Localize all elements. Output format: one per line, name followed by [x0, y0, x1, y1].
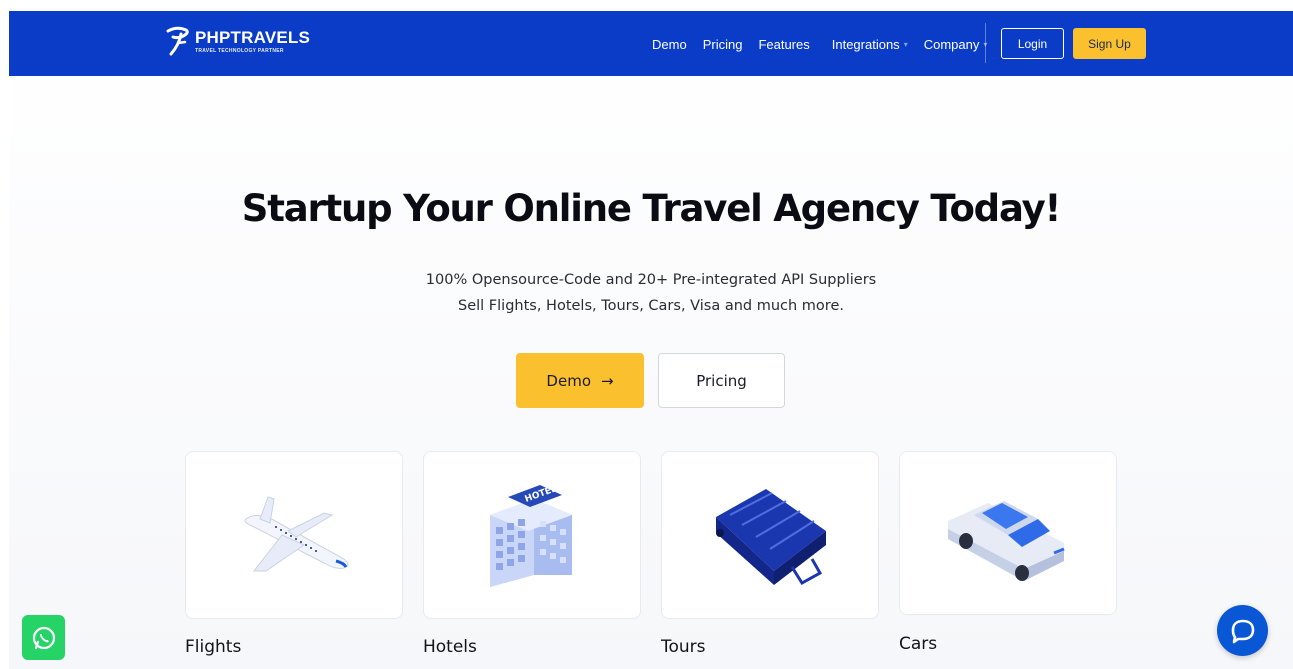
car-icon: [948, 501, 1065, 581]
module-card-tours[interactable]: [661, 451, 879, 619]
chat-bubble-icon: [1231, 619, 1254, 643]
airplane-icon: [244, 496, 349, 572]
nav-links: Demo Pricing Features Integrations ▾ Comp…: [652, 37, 1003, 52]
hero-subtitle-line: 100% Opensource-Code and 20+ Pre-integra…: [425, 272, 877, 288]
module-label[interactable]: Tours: [661, 637, 706, 657]
nav-divider: [985, 23, 986, 63]
suitcase-icon: [716, 489, 826, 586]
whatsapp-button[interactable]: [22, 615, 65, 660]
nav-link-label: Company: [923, 37, 980, 52]
page-frame: PHPTRAVELS TRAVEL TECHNOLOGY PARTNER Dem…: [9, 11, 1293, 669]
logo-text: PHPTRAVELS TRAVEL TECHNOLOGY PARTNER: [195, 27, 311, 54]
top-navbar: PHPTRAVELS TRAVEL TECHNOLOGY PARTNER Dem…: [9, 11, 1293, 76]
chevron-down-icon: ▾: [903, 40, 908, 49]
nav-link-label: Pricing: [702, 37, 743, 52]
module-label[interactable]: Flights: [185, 637, 241, 657]
signup-button[interactable]: Sign Up: [1073, 28, 1146, 59]
brand-logo[interactable]: PHPTRAVELS TRAVEL TECHNOLOGY PARTNER: [165, 25, 310, 57]
whatsapp-icon: [32, 626, 55, 649]
brand-tagline: TRAVEL TECHNOLOGY PARTNER: [195, 47, 284, 54]
hero-title: Startup Your Online Travel Agency Today!: [241, 187, 1062, 230]
chat-widget-button[interactable]: [1217, 605, 1268, 656]
nav-link-label: Integrations: [831, 37, 900, 52]
brand-name: PHPTRAVELS: [195, 27, 311, 47]
nav-link-company[interactable]: Company ▾: [924, 37, 988, 52]
module-card-cars[interactable]: [899, 451, 1117, 615]
module-card-hotels[interactable]: HOTEL: [423, 451, 641, 619]
module-label[interactable]: Hotels: [423, 637, 477, 657]
hero-subtitle-line: Sell Flights, Hotels, Tours, Cars, Visa …: [458, 298, 844, 314]
demo-cta-button[interactable]: Demo →: [516, 353, 644, 408]
nav-link-features[interactable]: Features: [758, 37, 809, 52]
login-button[interactable]: Login: [1001, 28, 1064, 59]
hero-subtitle: 100% Opensource-Code and 20+ Pre-integra…: [9, 267, 1293, 319]
hotel-building-icon: HOTEL: [490, 484, 572, 587]
demo-cta-label: Demo: [546, 371, 591, 390]
logo-mark-icon: [166, 26, 189, 56]
arrow-right-icon: →: [601, 371, 614, 390]
nav-link-integrations[interactable]: Integrations ▾: [832, 37, 908, 52]
module-label[interactable]: Cars: [899, 634, 937, 654]
nav-link-label: Features: [758, 37, 810, 52]
nav-link-pricing[interactable]: Pricing: [703, 37, 743, 52]
nav-link-label: Demo: [652, 37, 687, 52]
pricing-cta-button[interactable]: Pricing: [658, 353, 785, 408]
module-card-flights[interactable]: [185, 451, 403, 619]
nav-link-demo[interactable]: Demo: [652, 37, 687, 52]
